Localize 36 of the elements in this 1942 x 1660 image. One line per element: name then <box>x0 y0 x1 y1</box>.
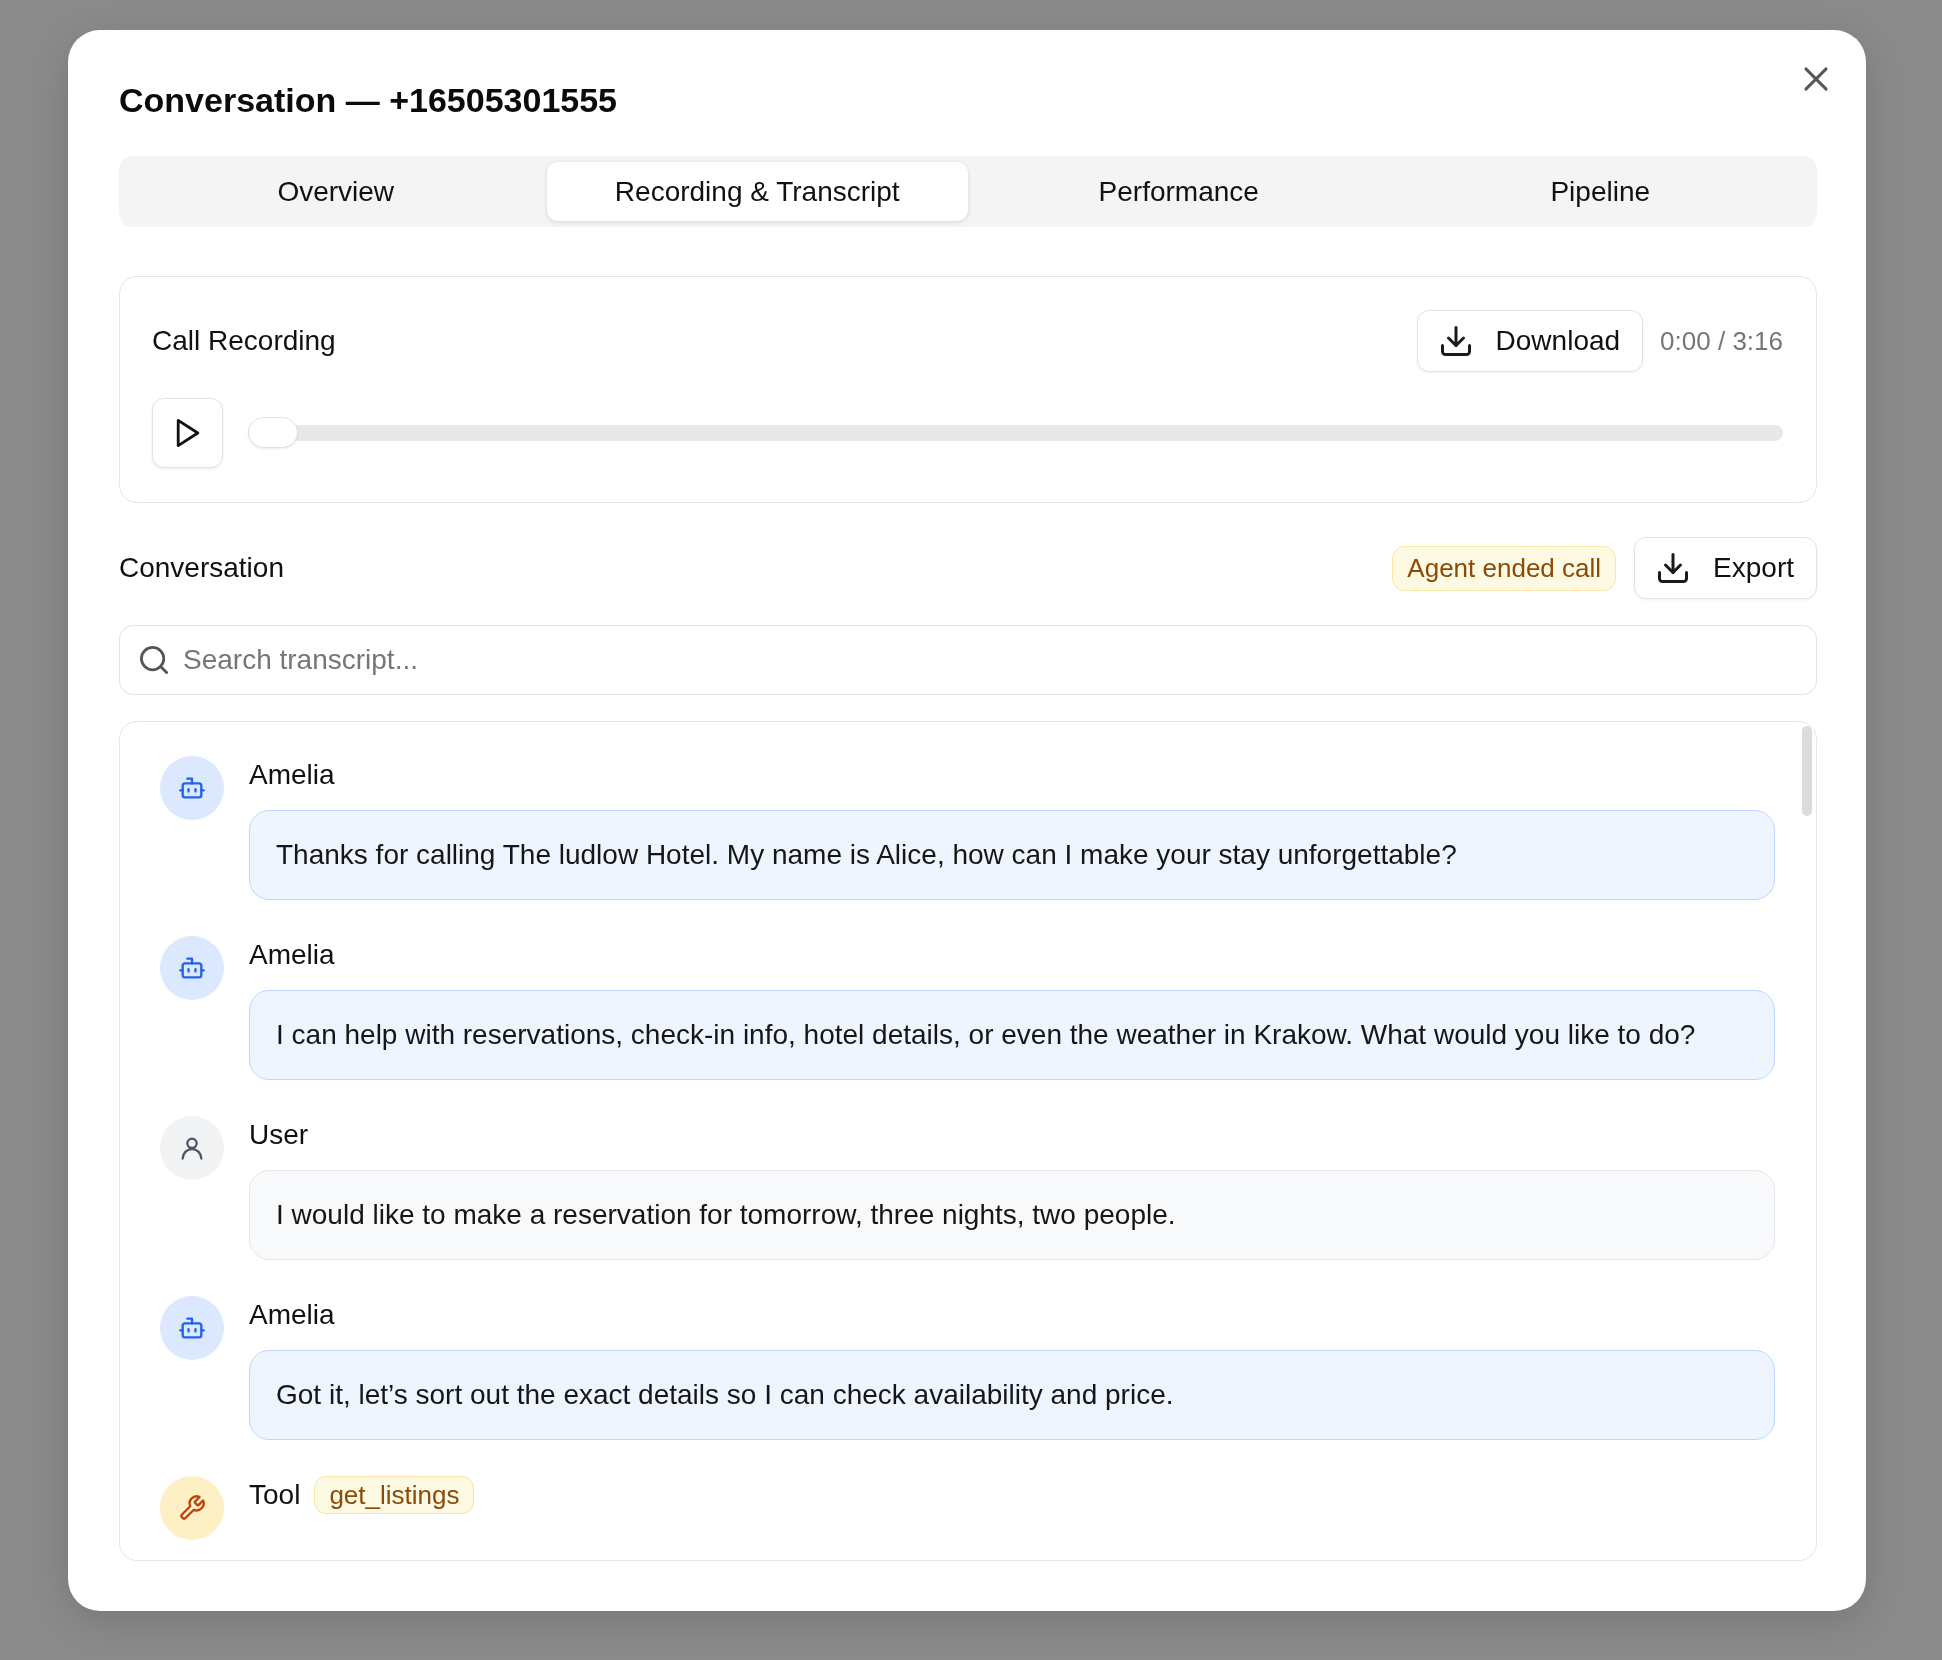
search-icon <box>140 646 168 674</box>
speaker-name: Amelia <box>249 938 336 972</box>
seek-slider[interactable] <box>248 417 1783 449</box>
search-field[interactable]: Search transcript... <box>119 625 1817 695</box>
close-icon <box>1803 66 1829 92</box>
tab[interactable]: Pipeline <box>1389 162 1811 221</box>
play-button[interactable] <box>152 398 223 468</box>
section-title: Call Recording <box>152 324 337 358</box>
wrench-icon <box>160 1476 224 1540</box>
export-button[interactable]: Export <box>1634 537 1817 599</box>
user-icon <box>160 1116 224 1180</box>
dialog-title: Conversation — +16505301555 <box>119 80 618 121</box>
tab[interactable]: Recording & Transcript <box>546 162 968 221</box>
playback-time: 0:00 / 3:16 <box>1660 324 1783 358</box>
chat-message: I would like to make a reservation for tomorrow, three nights, two people. <box>249 1170 1775 1260</box>
section-title: Conversation <box>119 551 285 585</box>
download-icon <box>1440 326 1471 356</box>
close-button[interactable] <box>1803 66 1829 92</box>
slider-thumb[interactable] <box>248 417 298 448</box>
robot-icon <box>160 756 224 820</box>
tool-name-tag: get_listings <box>314 1476 475 1514</box>
chat-message: I can help with reservations, check-in info, hotel details, or even the weather in Krakow. What would you like to do? <box>249 990 1775 1080</box>
call-end-status: Agent ended call <box>1392 545 1617 591</box>
tab[interactable]: Performance <box>968 162 1390 221</box>
robot-icon <box>160 1296 224 1360</box>
tab[interactable]: Overview <box>125 162 547 221</box>
download-button[interactable]: Download <box>1416 310 1644 372</box>
download-icon <box>1658 553 1689 583</box>
speaker-name: User <box>249 1118 310 1152</box>
chat-message: Got it, let’s sort out the exact details so I can check availability and price. <box>249 1350 1775 1440</box>
chat-message: Thanks for calling The ludlow Hotel. My name is Alice, how can I make your stay unforgettable? <box>249 810 1775 900</box>
speaker-name: Amelia <box>249 1298 336 1332</box>
scrollbar-thumb[interactable] <box>1802 726 1812 816</box>
robot-icon <box>160 936 224 1000</box>
speaker-name: Amelia <box>249 758 336 792</box>
speaker-name: Tool <box>249 1478 301 1512</box>
